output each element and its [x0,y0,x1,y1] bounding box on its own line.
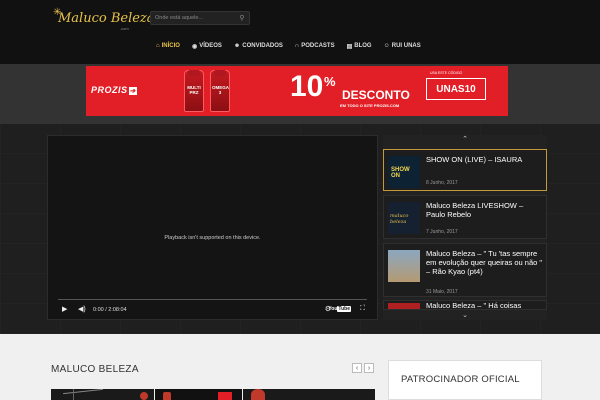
playlist-item-title: Maluco Beleza – " Tu 'tas sempre em evol… [426,249,543,276]
sponsor-widget: PATROCINADOR OFICIAL [388,360,542,400]
nav-item-videos[interactable]: ◉ VÍDEOS [186,40,228,52]
nav-label: INÍCIO [161,43,180,49]
discount-subtext: EM TODO O SITE PROZIS.COM [340,103,400,108]
nav-item-podcasts[interactable]: ∩ PODCASTS [289,40,341,52]
supplement-bottle: MULTI PRZ [184,70,204,112]
playlist-item-title: Maluco Beleza LIVESHOW – Paulo Rebelo [426,201,524,219]
chevron-down-icon[interactable]: ⌄ [383,311,547,321]
nav-label: BLOG [354,43,372,49]
content-section: MALUCO BELEZA ‹ › PATROCINADOR OFICIAL [0,334,600,400]
video-thumbnail [388,303,420,309]
video-thumbnail: SHOW ON [388,156,420,188]
search-input[interactable] [155,13,233,23]
percent-sign: % [324,74,336,89]
blog-icon: ▤ [346,43,353,50]
video-thumbnail: maluco beleza [388,202,420,234]
play-icon[interactable]: ▶ [62,305,67,313]
volume-icon[interactable]: ◀) [78,305,86,313]
discount-percent: 10 [290,70,324,103]
prozis-brand: PROZIS [91,85,128,95]
nav-label: PODCASTS [301,43,335,49]
nav-label: RUI UNAS [391,43,421,49]
progress-bar[interactable] [58,299,367,300]
prev-arrow-icon[interactable]: ‹ [352,363,362,373]
user-icon: ☺ [383,43,390,49]
search-box: ⚲ [150,11,250,25]
site-header: ✳ Maluco Beleza .com ⚲ ⌂ INÍCIO ◉ VÍDEOS… [0,0,600,64]
next-arrow-icon[interactable]: › [364,363,374,373]
playlist-item-date: 7 Junho, 2017 [426,229,458,235]
supplement-bottle: OMEGA 3 [210,70,230,112]
playlist-item[interactable]: maluco beleza Maluco Beleza LIVESHOW – P… [383,195,547,239]
carousel-thumbnail[interactable] [51,389,154,400]
video-playlist: ⌃ SHOW ON SHOW ON (LIVE) – ISAURA 8 Junh… [383,135,547,320]
nav-item-rui-unas[interactable]: ☺ RUI UNAS [378,40,427,52]
main-nav: ⌂ INÍCIO ◉ VÍDEOS ☻ CONVIDADOS ∩ PODCAST… [150,40,427,52]
nav-label: CONVIDADOS [242,43,283,49]
arrow-icon: ➔ [128,87,137,95]
nav-item-convidados[interactable]: ☻ CONVIDADOS [228,40,289,52]
playlist-item[interactable]: Maluco Beleza – " Tu 'tas sempre em evol… [383,243,547,297]
logo-suffix: .com [120,26,129,31]
time-display: 0:00 / 2:08:04 [93,307,127,313]
play-circle-icon: ◉ [191,43,198,50]
video-carousel [51,389,375,400]
sponsor-title: PATROCINADOR OFICIAL [401,374,520,385]
code-label: USA ESTE CÓDIGO [430,71,463,75]
playlist-item-date: 8 Junho, 2017 [426,180,458,186]
nav-item-inicio[interactable]: ⌂ INÍCIO [150,40,186,52]
chevron-up-icon[interactable]: ⌃ [383,135,547,145]
carousel-thumbnail[interactable] [243,389,375,400]
playlist-item[interactable]: Maluco Beleza – " Há coisas [383,300,547,310]
playlist-item[interactable]: SHOW ON SHOW ON (LIVE) – ISAURA 8 Junho,… [383,149,547,191]
prozis-banner-ad[interactable]: PROZIS ➔ MULTI PRZ OMEGA 3 10 % DESCONTO … [86,66,508,116]
bottle-label: OMEGA 3 [212,85,230,95]
player-controls: ▶ ◀) 0:00 / 2:08:04 ⚙ YouTube ⛶ [48,299,377,319]
playlist-item-date: 31 Maio, 2017 [426,289,458,295]
discount-label: DESCONTO [342,88,410,102]
home-icon: ⌂ [156,43,160,49]
carousel-thumbnail[interactable] [155,389,242,400]
section-title: MALUCO BELEZA [51,364,139,375]
bottle-label: MULTI PRZ [187,85,201,95]
video-player[interactable]: Playback isn't supported on this device.… [47,135,378,320]
nav-label: VÍDEOS [199,43,222,49]
video-thumbnail [388,250,420,282]
playback-message: Playback isn't supported on this device. [164,235,261,241]
playlist-item-title: SHOW ON (LIVE) – ISAURA [426,155,523,164]
youtube-logo[interactable]: YouTube [328,306,351,312]
prozis-logo: PROZIS ➔ [91,85,137,95]
playlist-item-title: Maluco Beleza – " Há coisas [426,301,522,310]
featured-video-section: Playback isn't supported on this device.… [0,124,600,334]
discount-code: UNAS10 [426,78,486,100]
users-icon: ☻ [233,43,241,49]
banner-strip: PROZIS ➔ MULTI PRZ OMEGA 3 10 % DESCONTO … [0,64,600,124]
nav-item-blog[interactable]: ▤ BLOG [341,40,378,52]
fullscreen-icon[interactable]: ⛶ [360,305,365,313]
site-logo[interactable]: Maluco Beleza [58,11,155,26]
search-icon[interactable]: ⚲ [235,11,249,25]
headphones-icon: ∩ [294,43,300,49]
